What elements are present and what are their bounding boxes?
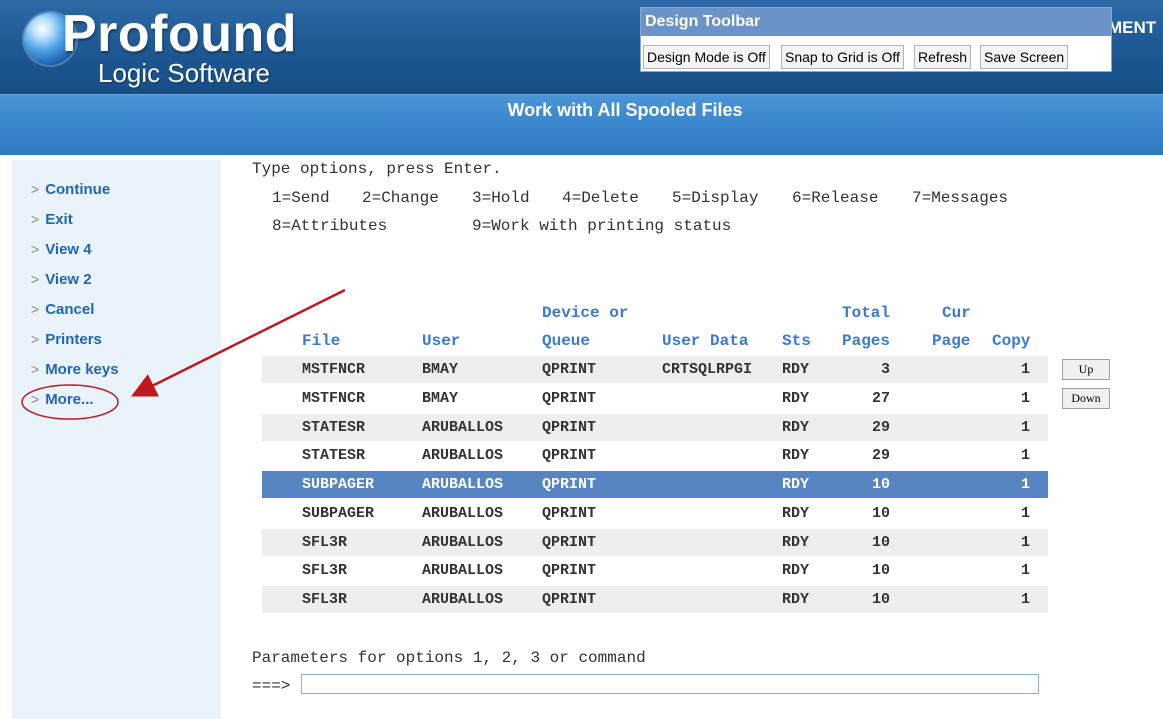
cell-file: STATESR [302,447,366,464]
table-row[interactable]: MSTFNCR BMAY QPRINT CRTSQLRPGI RDY 3 1 [262,356,1048,383]
cell-copy: 1 [1020,505,1030,522]
command-label: Parameters for options 1, 2, 3 or comman… [252,649,646,667]
cell-user: ARUBALLOS [422,476,504,493]
option-delete: 4=Delete [562,189,639,207]
cell-queue: QPRINT [542,361,597,378]
cell-user: BMAY [422,361,459,378]
table-row[interactable]: SFL3R ARUBALLOS QPRINT RDY 10 1 [262,557,1048,584]
cell-queue: QPRINT [542,447,597,464]
option-attributes: 8=Attributes [272,217,388,235]
option-release: 6=Release [792,189,879,207]
cell-file: SUBPAGER [302,505,375,522]
cell-total-pages: 10 [871,562,890,579]
page-up-button[interactable]: Up [1062,359,1110,380]
header-page: Page [932,332,971,350]
cell-queue: QPRINT [542,390,597,407]
option-change: 2=Change [362,189,439,207]
cell-user: ARUBALLOS [422,447,504,464]
header-user-data: User Data [662,332,749,350]
cell-user-data: CRTSQLRPGI [662,361,753,378]
cell-copy: 1 [1020,534,1030,551]
header-pages: Pages [842,332,891,350]
header-sts: Sts [782,332,811,350]
table-row[interactable]: SFL3R ARUBALLOS QPRINT RDY 10 1 [262,586,1048,613]
cell-sts: RDY [782,447,810,464]
header-cur: Cur [942,304,971,322]
cell-sts: RDY [782,505,810,522]
option-hold: 3=Hold [472,189,530,207]
header-copy: Copy [992,332,1031,350]
option-printing-status: 9=Work with printing status [472,217,732,235]
cell-queue: QPRINT [542,562,597,579]
cell-file: MSTFNCR [302,390,366,407]
cell-file: SFL3R [302,534,348,551]
option-display: 5=Display [672,189,759,207]
table-row[interactable]: STATESR ARUBALLOS QPRINT RDY 29 1 [262,442,1048,469]
cell-queue: QPRINT [542,505,597,522]
cell-total-pages: 10 [871,591,890,608]
page-down-button[interactable]: Down [1062,388,1110,409]
cell-total-pages: 10 [871,505,890,522]
cell-file: SFL3R [302,562,348,579]
header-file: File [302,332,341,350]
cell-sts: RDY [782,591,810,608]
header-device-or: Device or [542,304,629,322]
cell-queue: QPRINT [542,419,597,436]
cell-file: STATESR [302,419,366,436]
cell-copy: 1 [1020,419,1030,436]
header-queue: Queue [542,332,591,350]
command-prompt: ===> [252,677,291,695]
cell-copy: 1 [1020,361,1030,378]
cell-user: ARUBALLOS [422,419,504,436]
cell-sts: RDY [782,562,810,579]
cell-user: ARUBALLOS [422,505,504,522]
cell-file: MSTFNCR [302,361,366,378]
cell-copy: 1 [1020,476,1030,493]
table-row[interactable]: SUBPAGER ARUBALLOS QPRINT RDY 10 1 [262,500,1048,527]
cell-sts: RDY [782,390,810,407]
header-user: User [422,332,461,350]
option-send: 1=Send [272,189,330,207]
cell-user: BMAY [422,390,459,407]
cell-copy: 1 [1020,447,1030,464]
cell-total-pages: 27 [871,390,890,407]
instructions-text: Type options, press Enter. [252,160,502,178]
cell-sts: RDY [782,476,810,493]
table-row[interactable]: MSTFNCR BMAY QPRINT RDY 27 1 [262,385,1048,412]
cell-user: ARUBALLOS [422,562,504,579]
cell-user: ARUBALLOS [422,534,504,551]
cell-sts: RDY [782,361,810,378]
cell-copy: 1 [1020,591,1030,608]
cell-copy: 1 [1020,562,1030,579]
cell-total-pages: 29 [871,447,890,464]
option-messages: 7=Messages [912,189,1009,207]
header-total: Total [842,304,891,322]
cell-file: SFL3R [302,591,348,608]
highlight-ellipse [21,384,119,420]
table-row-selected[interactable]: SUBPAGER ARUBALLOS QPRINT RDY 10 1 [262,471,1048,498]
table-row[interactable]: SFL3R ARUBALLOS QPRINT RDY 10 1 [262,529,1048,556]
cell-total-pages: 10 [871,476,890,493]
cell-total-pages: 29 [871,419,890,436]
table-row[interactable]: STATESR ARUBALLOS QPRINT RDY 29 1 [262,414,1048,441]
cell-queue: QPRINT [542,591,597,608]
command-input[interactable] [301,674,1039,694]
cell-copy: 1 [1020,390,1030,407]
cell-total-pages: 10 [871,534,890,551]
cell-sts: RDY [782,534,810,551]
cell-queue: QPRINT [542,534,597,551]
cell-user: ARUBALLOS [422,591,504,608]
cell-sts: RDY [782,419,810,436]
cell-file: SUBPAGER [302,476,375,493]
cell-queue: QPRINT [542,476,597,493]
cell-total-pages: 3 [880,361,890,378]
